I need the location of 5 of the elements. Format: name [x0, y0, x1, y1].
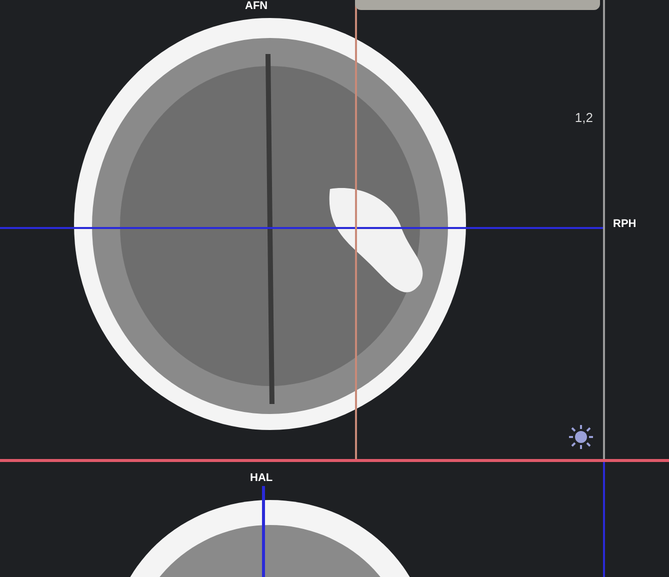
- orientation-label: RPH: [613, 217, 636, 232]
- brightness-icon: [567, 423, 595, 451]
- orientation-label: AFN: [245, 0, 268, 14]
- zoom-value: 1,2: [574, 109, 593, 127]
- orientation-label: HAL: [250, 471, 273, 486]
